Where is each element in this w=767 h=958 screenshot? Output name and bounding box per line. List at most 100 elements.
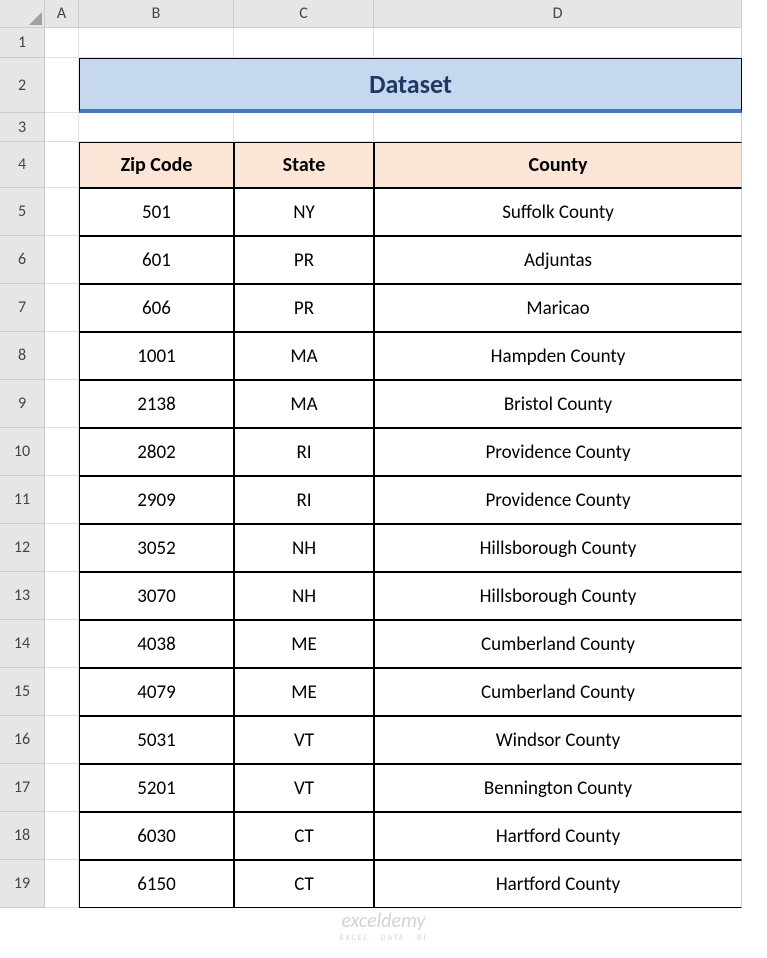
spreadsheet-grid: A B C D 1 2 Dataset 3 4 Zip Code State C… <box>0 0 767 908</box>
cell-county-11[interactable]: Providence County <box>374 476 742 524</box>
cell-zip-19[interactable]: 6150 <box>79 860 234 908</box>
cell-county-14[interactable]: Cumberland County <box>374 620 742 668</box>
dataset-title[interactable]: Dataset <box>79 58 742 113</box>
row-header-8[interactable]: 8 <box>0 332 45 380</box>
cell-county-18[interactable]: Hartford County <box>374 812 742 860</box>
cell-a4[interactable] <box>45 142 79 188</box>
cell-state-12[interactable]: NH <box>234 524 374 572</box>
cell-a18[interactable] <box>45 812 79 860</box>
row-header-10[interactable]: 10 <box>0 428 45 476</box>
col-header-d[interactable]: D <box>374 0 742 28</box>
cell-zip-7[interactable]: 606 <box>79 284 234 332</box>
cell-a15[interactable] <box>45 668 79 716</box>
cell-zip-9[interactable]: 2138 <box>79 380 234 428</box>
cell-a13[interactable] <box>45 572 79 620</box>
cell-a9[interactable] <box>45 380 79 428</box>
cell-state-10[interactable]: RI <box>234 428 374 476</box>
cell-state-15[interactable]: ME <box>234 668 374 716</box>
row-header-12[interactable]: 12 <box>0 524 45 572</box>
cell-zip-16[interactable]: 5031 <box>79 716 234 764</box>
cell-a1[interactable] <box>45 28 79 58</box>
cell-c3[interactable] <box>234 113 374 142</box>
header-zip[interactable]: Zip Code <box>79 142 234 188</box>
cell-county-17[interactable]: Bennington County <box>374 764 742 812</box>
row-header-6[interactable]: 6 <box>0 236 45 284</box>
cell-a7[interactable] <box>45 284 79 332</box>
cell-county-6[interactable]: Adjuntas <box>374 236 742 284</box>
cell-zip-14[interactable]: 4038 <box>79 620 234 668</box>
cell-a19[interactable] <box>45 860 79 908</box>
cell-a16[interactable] <box>45 716 79 764</box>
cell-zip-12[interactable]: 3052 <box>79 524 234 572</box>
cell-c1[interactable] <box>234 28 374 58</box>
row-header-5[interactable]: 5 <box>0 188 45 236</box>
row-header-2[interactable]: 2 <box>0 58 45 113</box>
cell-a3[interactable] <box>45 113 79 142</box>
cell-zip-15[interactable]: 4079 <box>79 668 234 716</box>
col-header-b[interactable]: B <box>79 0 234 28</box>
cell-zip-11[interactable]: 2909 <box>79 476 234 524</box>
cell-a8[interactable] <box>45 332 79 380</box>
cell-a6[interactable] <box>45 236 79 284</box>
cell-state-17[interactable]: VT <box>234 764 374 812</box>
row-header-13[interactable]: 13 <box>0 572 45 620</box>
cell-county-12[interactable]: Hillsborough County <box>374 524 742 572</box>
cell-zip-18[interactable]: 6030 <box>79 812 234 860</box>
cell-a5[interactable] <box>45 188 79 236</box>
row-header-15[interactable]: 15 <box>0 668 45 716</box>
cell-county-10[interactable]: Providence County <box>374 428 742 476</box>
row-header-7[interactable]: 7 <box>0 284 45 332</box>
header-county[interactable]: County <box>374 142 742 188</box>
row-header-18[interactable]: 18 <box>0 812 45 860</box>
row-header-19[interactable]: 19 <box>0 860 45 908</box>
cell-county-7[interactable]: Maricao <box>374 284 742 332</box>
cell-county-9[interactable]: Bristol County <box>374 380 742 428</box>
col-header-a[interactable]: A <box>45 0 79 28</box>
cell-a10[interactable] <box>45 428 79 476</box>
cell-county-13[interactable]: Hillsborough County <box>374 572 742 620</box>
cell-d3[interactable] <box>374 113 742 142</box>
row-header-3[interactable]: 3 <box>0 113 45 142</box>
cell-county-19[interactable]: Hartford County <box>374 860 742 908</box>
row-header-14[interactable]: 14 <box>0 620 45 668</box>
cell-zip-10[interactable]: 2802 <box>79 428 234 476</box>
cell-state-14[interactable]: ME <box>234 620 374 668</box>
row-header-9[interactable]: 9 <box>0 380 45 428</box>
cell-state-19[interactable]: CT <box>234 860 374 908</box>
cell-a2[interactable] <box>45 58 79 113</box>
cell-state-9[interactable]: MA <box>234 380 374 428</box>
header-state[interactable]: State <box>234 142 374 188</box>
cell-state-6[interactable]: PR <box>234 236 374 284</box>
cell-a12[interactable] <box>45 524 79 572</box>
cell-zip-5[interactable]: 501 <box>79 188 234 236</box>
cell-b1[interactable] <box>79 28 234 58</box>
cell-state-11[interactable]: RI <box>234 476 374 524</box>
col-header-c[interactable]: C <box>234 0 374 28</box>
row-header-16[interactable]: 16 <box>0 716 45 764</box>
row-header-4[interactable]: 4 <box>0 142 45 188</box>
cell-a17[interactable] <box>45 764 79 812</box>
cell-county-8[interactable]: Hampden County <box>374 332 742 380</box>
cell-d1[interactable] <box>374 28 742 58</box>
row-header-17[interactable]: 17 <box>0 764 45 812</box>
cell-b3[interactable] <box>79 113 234 142</box>
cell-county-5[interactable]: Suffolk County <box>374 188 742 236</box>
row-header-11[interactable]: 11 <box>0 476 45 524</box>
row-header-1[interactable]: 1 <box>0 28 45 58</box>
cell-county-15[interactable]: Cumberland County <box>374 668 742 716</box>
cell-zip-6[interactable]: 601 <box>79 236 234 284</box>
cell-state-16[interactable]: VT <box>234 716 374 764</box>
cell-a14[interactable] <box>45 620 79 668</box>
cell-zip-17[interactable]: 5201 <box>79 764 234 812</box>
cell-state-18[interactable]: CT <box>234 812 374 860</box>
watermark: exceldemy EXCEL · DATA · BI <box>340 909 428 943</box>
cell-zip-13[interactable]: 3070 <box>79 572 234 620</box>
cell-a11[interactable] <box>45 476 79 524</box>
cell-zip-8[interactable]: 1001 <box>79 332 234 380</box>
cell-state-8[interactable]: MA <box>234 332 374 380</box>
cell-state-7[interactable]: PR <box>234 284 374 332</box>
select-all-corner[interactable] <box>0 0 45 28</box>
cell-county-16[interactable]: Windsor County <box>374 716 742 764</box>
cell-state-13[interactable]: NH <box>234 572 374 620</box>
cell-state-5[interactable]: NY <box>234 188 374 236</box>
